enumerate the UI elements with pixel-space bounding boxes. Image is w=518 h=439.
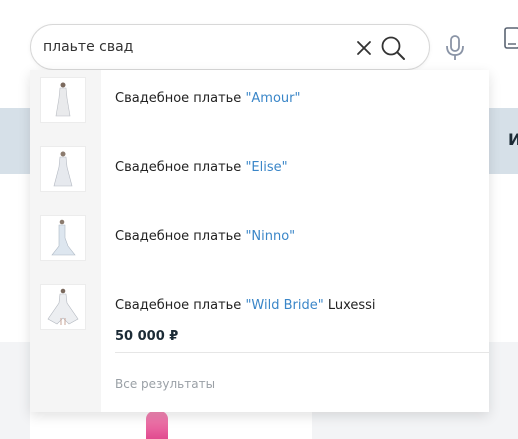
suggestion-item[interactable]: Свадебное платье "Ninno" — [30, 210, 489, 270]
suggestion-item[interactable]: Свадебное платье "Wild Bride" Luxessi — [30, 280, 489, 340]
search-input[interactable] — [43, 35, 343, 59]
suggestion-highlight: "Amour" — [245, 91, 301, 106]
suggestion-highlight: "Wild Bride" — [245, 298, 324, 313]
suggestion-highlight: "Ninno" — [245, 229, 296, 244]
close-icon[interactable] — [352, 36, 376, 60]
suggestion-highlight: "Elise" — [245, 160, 288, 175]
dress-thumbnail — [40, 146, 86, 192]
dress-thumbnail — [40, 77, 86, 123]
search-suggestions-dropdown: Свадебное платье "Amour" Свадебное плать… — [30, 70, 489, 412]
search-bar — [30, 24, 430, 70]
mobile-phone-icon[interactable] — [503, 27, 518, 51]
product-image-fragment — [146, 411, 168, 439]
divider — [115, 352, 489, 353]
suggestion-item[interactable]: Свадебное платье "Amour" — [30, 70, 489, 130]
microphone-icon[interactable] — [444, 34, 466, 62]
suggestion-item[interactable]: Свадебное платье "Elise" — [30, 140, 489, 200]
suggestion-text: Свадебное платье "Wild Bride" Luxessi — [115, 298, 376, 313]
suggestion-text: Свадебное платье "Elise" — [115, 160, 288, 175]
suggestion-text: Свадебное платье "Ninno" — [115, 229, 296, 244]
search-icon[interactable] — [379, 34, 407, 62]
banner-label: И — [508, 130, 518, 149]
dress-thumbnail — [40, 284, 86, 330]
suggestion-text: Свадебное платье "Amour" — [115, 91, 301, 106]
all-results-link[interactable]: Все результаты — [115, 377, 215, 391]
dress-thumbnail — [40, 215, 86, 261]
product-card-left — [0, 342, 30, 439]
suggestion-price: 50 000 ₽ — [115, 329, 179, 344]
